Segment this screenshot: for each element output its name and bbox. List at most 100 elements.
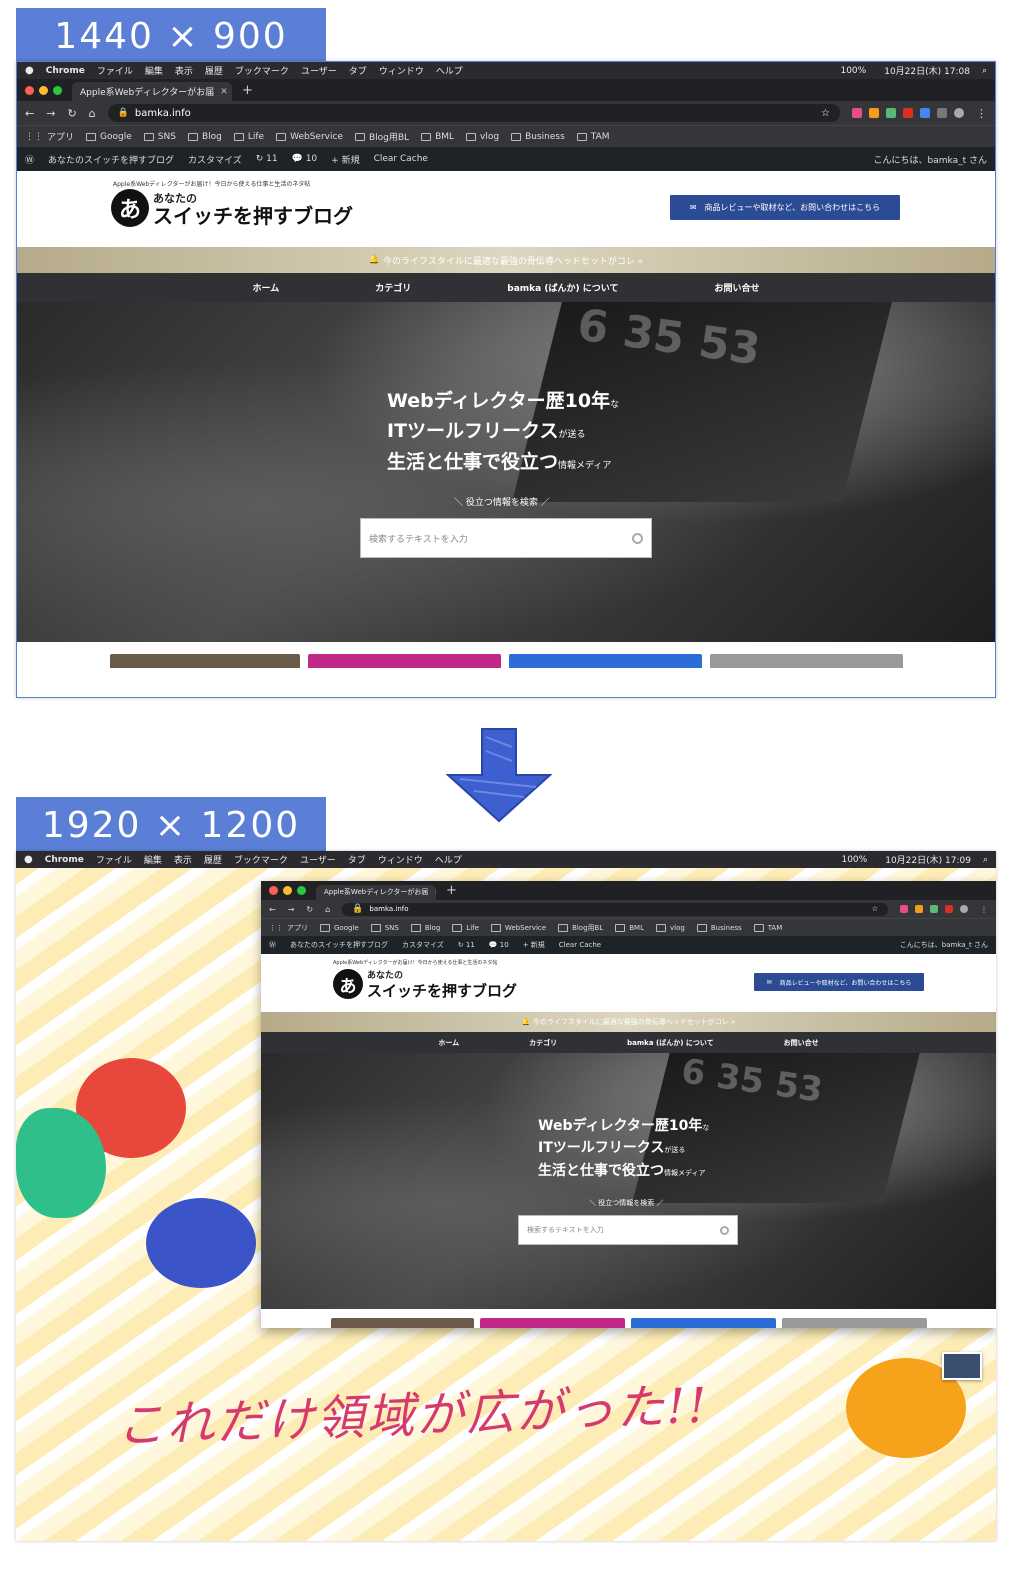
wp-site-name[interactable]: あなたのスイッチを押すブログ bbox=[290, 940, 388, 950]
bookmark-folder[interactable]: vlog bbox=[466, 132, 499, 142]
nav-home[interactable]: ホーム bbox=[253, 281, 280, 294]
bookmark-folder[interactable]: WebService bbox=[276, 132, 343, 142]
nav-contact[interactable]: お問い合せ bbox=[714, 281, 759, 294]
avatar[interactable] bbox=[960, 905, 968, 913]
extension-icon[interactable] bbox=[900, 905, 908, 913]
reload-icon[interactable]: ↻ bbox=[306, 905, 313, 914]
zoom-window-icon[interactable] bbox=[297, 886, 306, 895]
notice-bar[interactable]: 🔔 今のライフスタイルに最適な最強の骨伝導ヘッドセットがコレ » bbox=[17, 247, 995, 273]
featured-card[interactable] bbox=[109, 654, 300, 668]
search-icon[interactable]: ⌕ bbox=[982, 66, 987, 76]
menu-user[interactable]: ユーザー bbox=[301, 64, 337, 77]
close-tab-icon[interactable]: ✕ bbox=[434, 888, 436, 896]
address-bar[interactable]: 🔒 bamka.info ☆ bbox=[342, 902, 888, 916]
wp-updates[interactable]: ↻ 11 bbox=[458, 941, 475, 949]
extension-icon[interactable] bbox=[930, 905, 938, 913]
bookmark-folder[interactable]: Blog用BL bbox=[558, 923, 603, 933]
zoom-window-icon[interactable] bbox=[53, 85, 62, 95]
back-icon[interactable]: ← bbox=[269, 905, 276, 914]
menu-view[interactable]: 表示 bbox=[174, 853, 192, 866]
wp-customize[interactable]: カスタマイズ bbox=[188, 153, 242, 166]
wp-greeting[interactable]: こんにちは、bamka_t さん bbox=[874, 153, 987, 166]
star-icon[interactable]: ☆ bbox=[821, 108, 830, 119]
menu-help[interactable]: ヘルプ bbox=[435, 853, 462, 866]
menu-history[interactable]: 履歴 bbox=[204, 853, 222, 866]
home-icon[interactable]: ⌂ bbox=[89, 107, 96, 120]
close-window-icon[interactable] bbox=[269, 886, 278, 895]
more-menu-icon[interactable]: ⋮ bbox=[980, 905, 988, 914]
search-input[interactable]: 検索するテキストを入力 bbox=[518, 1215, 738, 1245]
menu-view[interactable]: 表示 bbox=[175, 64, 193, 77]
wp-greeting[interactable]: こんにちは、bamka_t さん bbox=[900, 940, 988, 950]
featured-card[interactable] bbox=[508, 654, 702, 668]
bookmark-folder[interactable]: TAM bbox=[576, 132, 610, 142]
close-tab-icon[interactable]: ✕ bbox=[220, 87, 228, 97]
bookmark-folder[interactable]: BML bbox=[615, 923, 644, 932]
search-icon[interactable] bbox=[720, 1225, 729, 1235]
bookmark-folder[interactable]: Blog bbox=[410, 923, 440, 932]
address-bar[interactable]: 🔒 bamka.info ☆ bbox=[107, 104, 840, 122]
bookmark-folder[interactable]: Business bbox=[696, 923, 742, 932]
menubar-clock[interactable]: 10月22日(木) 17:09 bbox=[885, 853, 971, 866]
menu-app-name[interactable]: Chrome bbox=[45, 855, 84, 865]
contact-button[interactable]: ✉ 商品レビューや取材など、お問い合わせはこちら bbox=[754, 973, 924, 991]
new-tab-icon[interactable]: + bbox=[242, 83, 253, 98]
featured-card[interactable] bbox=[709, 654, 903, 668]
new-tab-icon[interactable]: + bbox=[446, 883, 457, 898]
wp-comments[interactable]: 💬 10 bbox=[489, 941, 509, 949]
wp-customize[interactable]: カスタマイズ bbox=[402, 940, 444, 950]
bookmark-folder[interactable]: Life bbox=[452, 923, 479, 932]
bookmark-apps[interactable]: ⋮⋮ アプリ bbox=[269, 923, 308, 933]
menu-history[interactable]: 履歴 bbox=[205, 64, 223, 77]
nav-home[interactable]: ホーム bbox=[438, 1038, 459, 1048]
nav-about[interactable]: bamka (ばんか) について bbox=[627, 1038, 713, 1048]
menu-bookmarks[interactable]: ブックマーク bbox=[234, 853, 288, 866]
menu-app-name[interactable]: Chrome bbox=[46, 66, 85, 76]
wp-new[interactable]: + 新規 bbox=[331, 153, 359, 166]
extension-icon[interactable] bbox=[869, 108, 879, 118]
bookmark-folder[interactable]: Google bbox=[86, 132, 132, 142]
wp-site-name[interactable]: あなたのスイッチを押すブログ bbox=[48, 153, 174, 166]
menu-file[interactable]: ファイル bbox=[96, 853, 132, 866]
browser-tab[interactable]: Apple系Webディレクターがお届 ✕ bbox=[316, 884, 436, 900]
search-input[interactable]: 検索するテキストを入力 bbox=[360, 518, 652, 558]
extension-icon[interactable] bbox=[920, 108, 930, 118]
bookmark-folder[interactable]: Blog用BL bbox=[354, 130, 409, 143]
menubar-clock[interactable]: 10月22日(木) 17:08 bbox=[884, 64, 970, 77]
bookmark-folder[interactable]: SNS bbox=[143, 132, 176, 142]
extension-icon[interactable] bbox=[945, 905, 953, 913]
site-logo[interactable]: あ あなたの スイッチを押すブログ bbox=[333, 968, 517, 1000]
menu-window[interactable]: ウィンドウ bbox=[379, 64, 424, 77]
wp-new[interactable]: + 新規 bbox=[523, 940, 545, 950]
menu-window[interactable]: ウィンドウ bbox=[378, 853, 423, 866]
bookmark-apps[interactable]: ⋮⋮ アプリ bbox=[25, 130, 74, 144]
wordpress-icon[interactable]: Ⓦ bbox=[269, 940, 276, 950]
menu-edit[interactable]: 編集 bbox=[145, 64, 163, 77]
apple-icon[interactable]: ● bbox=[24, 854, 33, 865]
reload-icon[interactable]: ↻ bbox=[67, 107, 76, 120]
star-icon[interactable]: ☆ bbox=[872, 905, 878, 913]
nav-category[interactable]: カテゴリ bbox=[529, 1038, 557, 1048]
site-logo[interactable]: あ あなたの スイッチを押すブログ bbox=[111, 189, 353, 227]
featured-card[interactable] bbox=[781, 1318, 927, 1328]
bookmark-folder[interactable]: BML bbox=[421, 132, 454, 142]
bookmark-folder[interactable]: Life bbox=[233, 132, 264, 142]
bookmark-folder[interactable]: SNS bbox=[370, 923, 399, 932]
avatar[interactable] bbox=[954, 108, 964, 118]
extension-icon[interactable] bbox=[903, 108, 913, 118]
menu-tab[interactable]: タブ bbox=[349, 64, 367, 77]
desktop-screenshot-thumbnail[interactable] bbox=[942, 1352, 982, 1380]
nav-contact[interactable]: お問い合せ bbox=[784, 1038, 819, 1048]
wp-updates[interactable]: ↻ 11 bbox=[256, 154, 278, 164]
apple-icon[interactable]: ● bbox=[25, 65, 34, 76]
menu-edit[interactable]: 編集 bbox=[144, 853, 162, 866]
extension-icon[interactable] bbox=[886, 108, 896, 118]
wp-clear-cache[interactable]: Clear Cache bbox=[374, 154, 428, 164]
wp-comments[interactable]: 💬 10 bbox=[292, 154, 318, 164]
menu-bookmarks[interactable]: ブックマーク bbox=[235, 64, 289, 77]
menu-help[interactable]: ヘルプ bbox=[436, 64, 463, 77]
menu-file[interactable]: ファイル bbox=[97, 64, 133, 77]
minimize-window-icon[interactable] bbox=[39, 85, 48, 95]
featured-card[interactable] bbox=[630, 1318, 776, 1328]
featured-card[interactable] bbox=[479, 1318, 625, 1328]
